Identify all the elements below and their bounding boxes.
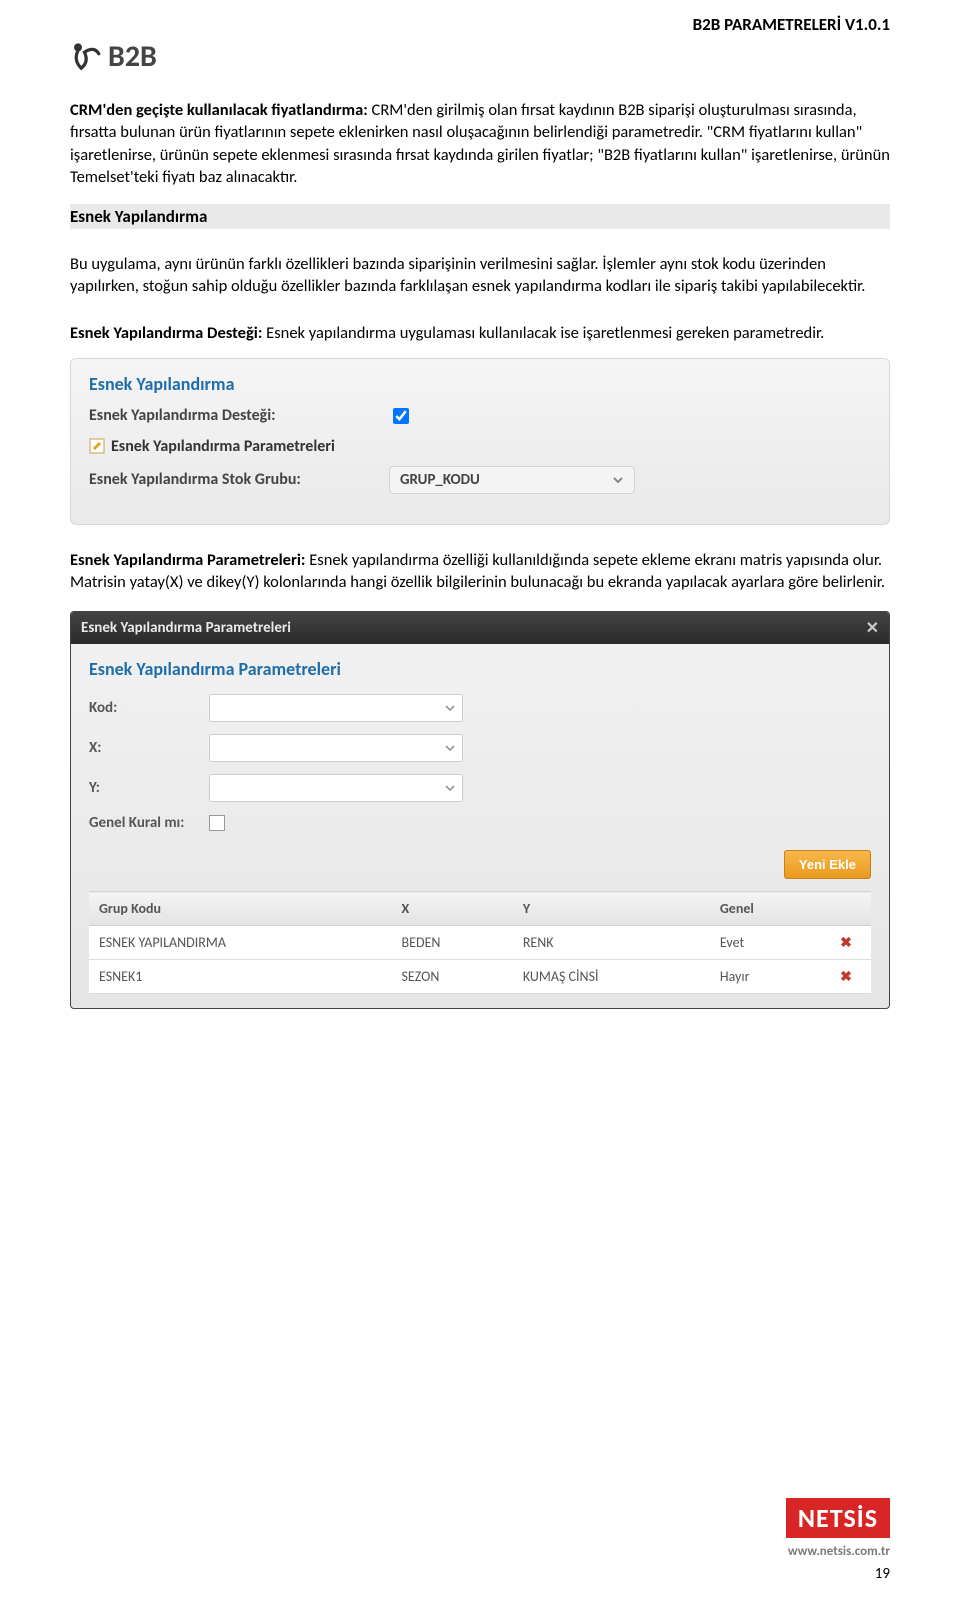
close-icon[interactable]: ✕ — [866, 618, 879, 638]
kod-label: Kod: — [89, 699, 209, 717]
kod-combo[interactable] — [209, 694, 463, 722]
dialog-title-text: Esnek Yapılandırma Parametreleri — [81, 619, 291, 637]
flex-config-stock-group-select[interactable]: GRUP_KODU — [389, 466, 635, 494]
delete-icon[interactable]: ✖ — [821, 960, 871, 994]
cell-genel: Evet — [710, 926, 821, 960]
paragraph-flex-config-params-label: Esnek Yapılandırma Parametreleri: — [70, 550, 305, 570]
y-label: Y: — [89, 779, 209, 797]
table-row: ESNEK1 SEZON KUMAŞ CİNSİ Hayır ✖ — [89, 960, 871, 994]
flex-config-stock-group-value: GRUP_KODU — [400, 471, 480, 489]
chevron-down-icon — [444, 742, 456, 754]
genel-label: Genel Kural mı: — [89, 814, 209, 832]
paragraph-flex-config-support: Esnek Yapılandırma Desteği: Esnek yapıla… — [70, 322, 890, 344]
dialog-group-title: Esnek Yapılandırma Parametreleri — [89, 658, 871, 680]
paragraph-flex-config-support-body: Esnek yapılandırma uygulaması kullanılac… — [262, 323, 824, 343]
cell-x: BEDEN — [392, 926, 513, 960]
page-footer: NETSİS www.netsis.com.tr 19 — [786, 1498, 890, 1583]
flex-config-params-link-text: Esnek Yapılandırma Parametreleri — [111, 437, 335, 456]
chevron-down-icon — [444, 782, 456, 794]
col-delete — [821, 892, 871, 926]
netsis-logo: NETSİS — [786, 1498, 890, 1538]
rules-table: Grup Kodu X Y Genel ESNEK YAPILANDIRMA B… — [89, 891, 871, 994]
cell-y: KUMAŞ CİNSİ — [513, 960, 710, 994]
flex-config-panel: Esnek Yapılandırma Esnek Yapılandırma De… — [70, 358, 890, 525]
paragraph-flex-config-intro: Bu uygulama, aynı ürünün farklı özellikl… — [70, 253, 890, 298]
page-number: 19 — [786, 1565, 890, 1583]
edit-icon — [89, 438, 105, 454]
flex-config-stock-group-label: Esnek Yapılandırma Stok Grubu: — [89, 470, 389, 489]
cell-grup: ESNEK1 — [89, 960, 392, 994]
paragraph-flex-config-support-label: Esnek Yapılandırma Desteği: — [70, 323, 262, 343]
flex-config-params-dialog: Esnek Yapılandırma Parametreleri ✕ Esnek… — [70, 611, 890, 1009]
cell-y: RENK — [513, 926, 710, 960]
b2b-figure-icon — [70, 41, 102, 73]
netsis-url: www.netsis.com.tr — [786, 1544, 890, 1559]
dialog-titlebar: Esnek Yapılandırma Parametreleri ✕ — [71, 612, 889, 644]
b2b-logo-text: B2B — [108, 38, 157, 75]
table-header-row: Grup Kodu X Y Genel — [89, 892, 871, 926]
col-genel: Genel — [710, 892, 821, 926]
cell-x: SEZON — [392, 960, 513, 994]
flex-config-support-checkbox[interactable] — [393, 408, 409, 424]
b2b-logo: B2B — [70, 38, 890, 75]
flex-config-params-link[interactable]: Esnek Yapılandırma Parametreleri — [89, 437, 871, 456]
paragraph-crm-pricing-label: CRM'den geçişte kullanılacak fiyatlandır… — [70, 100, 368, 120]
x-combo[interactable] — [209, 734, 463, 762]
chevron-down-icon — [444, 702, 456, 714]
section-heading-flex-config: Esnek Yapılandırma — [70, 204, 890, 229]
document-title: B2B PARAMETRELERİ V1.0.1 — [693, 14, 890, 35]
cell-grup: ESNEK YAPILANDIRMA — [89, 926, 392, 960]
genel-checkbox[interactable] — [209, 815, 225, 831]
chevron-down-icon — [612, 474, 624, 486]
cell-genel: Hayır — [710, 960, 821, 994]
delete-icon[interactable]: ✖ — [821, 926, 871, 960]
table-row: ESNEK YAPILANDIRMA BEDEN RENK Evet ✖ — [89, 926, 871, 960]
col-x: X — [392, 892, 513, 926]
add-new-button[interactable]: Yeni Ekle — [784, 850, 871, 879]
paragraph-flex-config-params: Esnek Yapılandırma Parametreleri: Esnek … — [70, 549, 890, 594]
col-grup-kodu: Grup Kodu — [89, 892, 392, 926]
paragraph-crm-pricing: CRM'den geçişte kullanılacak fiyatlandır… — [70, 99, 890, 188]
y-combo[interactable] — [209, 774, 463, 802]
x-label: X: — [89, 739, 209, 757]
col-y: Y — [513, 892, 710, 926]
flex-config-support-label: Esnek Yapılandırma Desteği: — [89, 406, 389, 425]
flex-config-panel-title: Esnek Yapılandırma — [89, 373, 871, 395]
